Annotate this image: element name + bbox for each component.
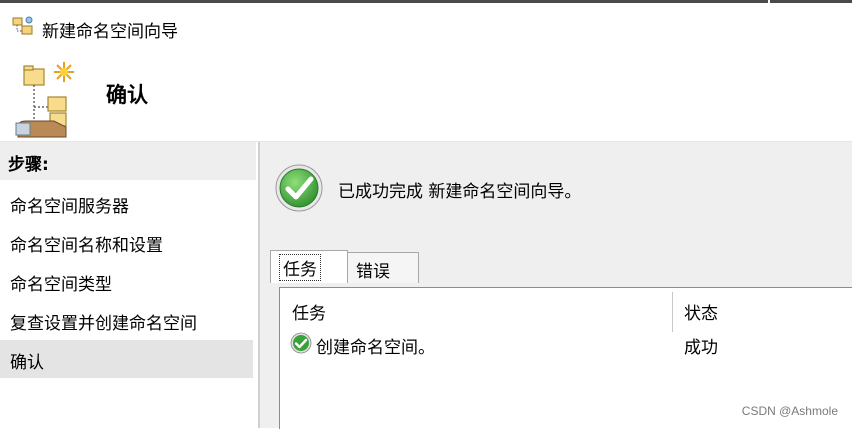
page-title: 确认 [106,83,148,107]
step-label: 命名空间服务器 [10,197,129,217]
steps-heading-label: 步骤: [8,155,49,175]
steps-sidebar: 步骤: 命名空间服务器 命名空间名称和设置 命名空间类型 复查设置并创建命名空间… [0,142,258,428]
window-title: 新建命名空间向导 [42,22,178,42]
column-header-status[interactable]: 状态 [684,299,718,324]
tab-errors-label: 错误 [356,262,390,282]
check-circle-icon [290,332,312,354]
tab-errors[interactable]: 错误 [347,252,419,283]
tab-tasks-label: 任务 [279,254,321,281]
step-confirmation[interactable]: 确认 [0,340,253,378]
steps-heading: 步骤: [0,142,256,180]
step-label: 复查设置并创建命名空间 [10,314,197,334]
step-namespace-name-settings[interactable]: 命名空间名称和设置 [0,223,253,261]
step-namespace-type[interactable]: 命名空间类型 [0,262,253,300]
step-namespace-server[interactable]: 命名空间服务器 [0,184,253,222]
task-status: 成功 [684,338,718,358]
namespace-tree-icon [15,62,74,138]
column-header-task[interactable]: 任务 [292,299,326,324]
namespace-wizard-icon [12,16,33,35]
success-check-icon [275,164,323,212]
column-divider[interactable] [672,292,673,332]
main-content: 已成功完成 新建命名空间向导。 任务 错误 任务 状态 创建命名空间。 成功 [258,142,852,429]
step-review-create[interactable]: 复查设置并创建命名空间 [0,301,253,339]
step-label: 确认 [10,353,44,373]
success-message: 已成功完成 新建命名空间向导。 [338,182,582,202]
title-bar: 新建命名空间向导 [0,3,852,49]
step-label: 命名空间类型 [10,275,112,295]
step-label: 命名空间名称和设置 [10,236,163,256]
wizard-header: 确认 [0,49,852,142]
tab-tasks[interactable]: 任务 [270,250,348,283]
watermark: CSDN @Ashmole [741,404,838,418]
task-name: 创建命名空间。 [316,338,435,358]
